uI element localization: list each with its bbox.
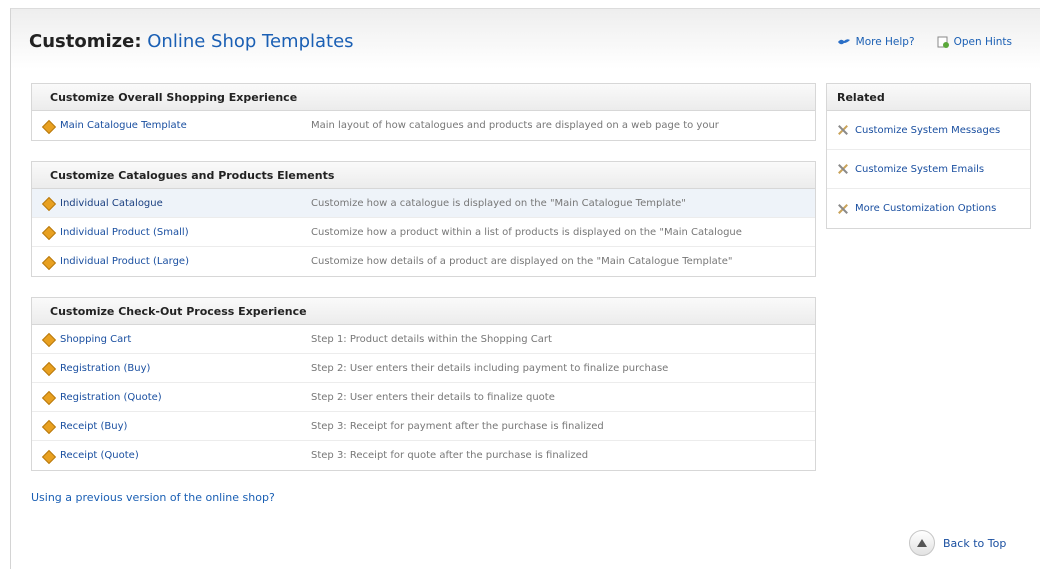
open-hints-link[interactable]: Open Hints <box>937 36 1012 48</box>
back-to-top-button[interactable]: Back to Top <box>909 530 1006 556</box>
diamond-icon <box>42 333 54 345</box>
tools-icon <box>837 203 849 215</box>
related-link-label: More Customization Options <box>855 203 997 214</box>
diamond-icon <box>42 391 54 403</box>
help-links: More Help? Open Hints <box>837 36 1012 48</box>
tools-icon <box>837 124 849 136</box>
template-name: Receipt (Buy) <box>60 420 128 432</box>
template-description: Step 1: Product details within the Shopp… <box>311 333 552 345</box>
template-name: Shopping Cart <box>60 333 132 345</box>
template-name: Registration (Buy) <box>60 362 151 374</box>
diamond-icon <box>42 450 54 462</box>
more-help-label: More Help? <box>855 36 915 48</box>
template-name: Receipt (Quote) <box>60 450 139 461</box>
template-link[interactable]: Receipt (Quote) <box>32 450 311 462</box>
page-container: Customize: Online Shop Templates More He… <box>10 8 1040 569</box>
back-to-top-label: Back to Top <box>943 536 1007 550</box>
template-description: Customize how a product within a list of… <box>311 226 742 238</box>
section-catalogues-products: Customize Catalogues and Products Elemen… <box>31 161 816 277</box>
diamond-icon <box>42 120 54 132</box>
diamond-icon <box>42 256 54 268</box>
hints-icon <box>937 36 949 48</box>
table-row: Receipt (Quote) Step 3: Receipt for quot… <box>32 441 815 470</box>
template-link[interactable]: Individual Catalogue <box>32 197 311 209</box>
section-heading: Customize Overall Shopping Experience <box>32 84 815 111</box>
related-heading: Related <box>827 84 1030 111</box>
related-link-label: Customize System Messages <box>855 124 1001 136</box>
related-panel: Related Customize System Messages Custom… <box>826 83 1031 229</box>
template-name: Individual Product (Small) <box>60 226 189 238</box>
table-row: Individual Catalogue Customize how a cat… <box>32 189 815 218</box>
bird-icon <box>837 39 850 45</box>
page-title-label: Customize: <box>29 31 142 52</box>
table-row: Registration (Buy) Step 2: User enters t… <box>32 354 815 383</box>
template-description: Step 3: Receipt for quote after the purc… <box>311 450 589 461</box>
page-title: Customize: Online Shop Templates <box>29 31 354 52</box>
diamond-icon <box>42 226 54 238</box>
template-link[interactable]: Shopping Cart <box>32 333 311 345</box>
template-name: Main Catalogue Template <box>60 120 187 131</box>
template-description: Step 2: User enters their details includ… <box>311 362 669 374</box>
diamond-icon <box>42 420 54 432</box>
section-heading: Customize Catalogues and Products Elemen… <box>32 162 815 189</box>
template-description: Step 3: Receipt for payment after the pu… <box>311 420 604 432</box>
page-title-subject: Online Shop Templates <box>147 31 354 52</box>
template-link[interactable]: Registration (Quote) <box>32 391 311 403</box>
diamond-icon <box>42 197 54 209</box>
template-name: Individual Catalogue <box>60 197 163 209</box>
table-row: Individual Product (Large) Customize how… <box>32 247 815 276</box>
related-link-system-messages[interactable]: Customize System Messages <box>827 111 1030 150</box>
table-row: Main Catalogue Template Main layout of h… <box>32 111 815 140</box>
template-description: Step 2: User enters their details to fin… <box>311 391 555 403</box>
related-link-system-emails[interactable]: Customize System Emails <box>827 150 1030 189</box>
section-overall-experience: Customize Overall Shopping Experience Ma… <box>31 83 816 141</box>
arrow-up-icon <box>909 530 935 556</box>
template-link[interactable]: Registration (Buy) <box>32 362 311 374</box>
template-description: Customize how details of a product are d… <box>311 256 733 267</box>
previous-version-link[interactable]: Using a previous version of the online s… <box>31 491 275 504</box>
more-help-link[interactable]: More Help? <box>837 36 915 48</box>
section-checkout-process: Customize Check-Out Process Experience S… <box>31 297 816 471</box>
template-name: Individual Product (Large) <box>60 256 189 267</box>
table-row: Individual Product (Small) Customize how… <box>32 218 815 247</box>
template-link[interactable]: Receipt (Buy) <box>32 420 311 432</box>
related-link-label: Customize System Emails <box>855 163 985 175</box>
template-name: Registration (Quote) <box>60 391 162 403</box>
related-link-more-options[interactable]: More Customization Options <box>827 189 1030 228</box>
tools-icon <box>837 163 849 175</box>
diamond-icon <box>42 362 54 374</box>
template-description: Customize how a catalogue is displayed o… <box>311 197 686 209</box>
open-hints-label: Open Hints <box>953 36 1012 48</box>
table-row: Receipt (Buy) Step 3: Receipt for paymen… <box>32 412 815 441</box>
table-row: Shopping Cart Step 1: Product details wi… <box>32 325 815 354</box>
template-link[interactable]: Individual Product (Large) <box>32 256 311 268</box>
section-heading: Customize Check-Out Process Experience <box>32 298 815 325</box>
template-link[interactable]: Individual Product (Small) <box>32 226 311 238</box>
table-row: Registration (Quote) Step 2: User enters… <box>32 383 815 412</box>
template-description: Main layout of how catalogues and produc… <box>311 120 719 131</box>
template-link[interactable]: Main Catalogue Template <box>32 120 311 132</box>
